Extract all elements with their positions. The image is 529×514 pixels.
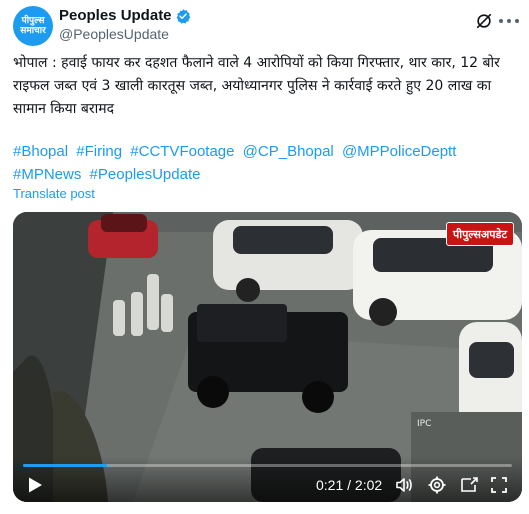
fullscreen-icon[interactable] [489, 475, 509, 495]
hashtag-link[interactable]: #Firing [76, 143, 122, 160]
video-progress-bar[interactable] [23, 464, 512, 467]
hashtag-link[interactable]: #PeoplesUpdate [90, 166, 201, 183]
name-row: Peoples Update [59, 7, 191, 24]
avatar-text-line1: पीपुल्स [21, 16, 45, 26]
video-controls: 0:21 / 2:02 [13, 456, 522, 502]
channel-watermark: पीपुल्सअपडेट [446, 222, 514, 246]
video-progress-fill [23, 464, 108, 467]
white-suv-shape [213, 220, 363, 302]
mention-link[interactable]: @MPPoliceDeptt [342, 143, 456, 160]
avatar[interactable]: पीपुल्स समाचार [13, 6, 53, 46]
mention-link[interactable]: @CP_Bhopal [243, 143, 334, 160]
translate-post-link[interactable]: Translate post [13, 186, 95, 201]
grok-icon[interactable] [475, 12, 493, 30]
play-icon[interactable] [27, 476, 43, 494]
volume-icon[interactable] [394, 475, 414, 495]
more-options-icon[interactable] [499, 12, 519, 30]
hashtag-list: #Bhopal #Firing #CCTVFootage @CP_Bhopal … [13, 140, 519, 186]
avatar-text-line2: समाचार [20, 26, 46, 36]
video-player[interactable]: IPC पीपुल्सअपडेट 0:21 / 2:02 [13, 212, 522, 502]
video-time-display: 0:21 / 2:02 [316, 477, 383, 493]
account-handle[interactable]: @PeoplesUpdate [59, 26, 169, 42]
tweet-text: भोपाल : हवाई फायर कर दहशत फैलाने वाले 4 … [13, 55, 500, 117]
hashtag-link[interactable]: #CCTVFootage [130, 143, 234, 160]
verified-badge-icon [176, 8, 190, 24]
picture-in-picture-icon[interactable] [459, 475, 479, 495]
ipc-overlay-label: IPC [417, 419, 431, 429]
display-name[interactable]: Peoples Update [59, 7, 172, 24]
settings-gear-icon[interactable] [427, 475, 447, 495]
hashtag-link[interactable]: #Bhopal [13, 143, 68, 160]
hashtag-link[interactable]: #MPNews [13, 166, 81, 183]
tweet-header: पीपुल्स समाचार Peoples Update @PeoplesUp… [13, 6, 519, 46]
red-car-shape [88, 214, 158, 258]
